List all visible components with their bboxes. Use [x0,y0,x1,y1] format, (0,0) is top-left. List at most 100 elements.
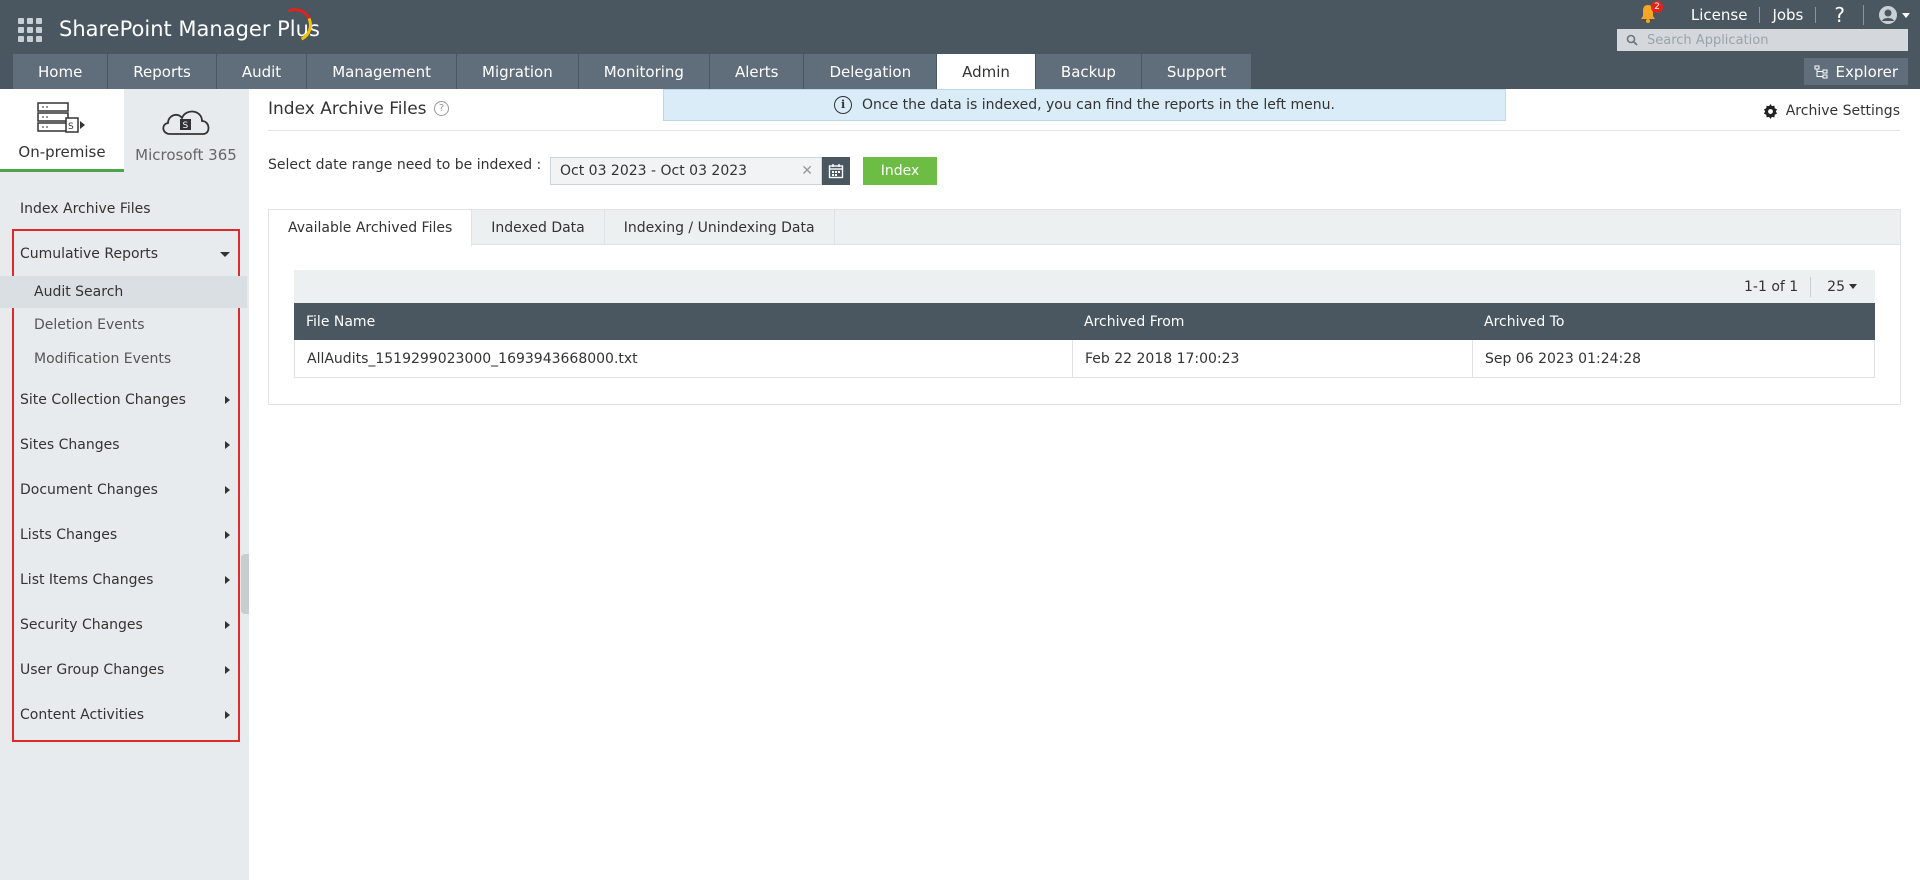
menu-label: Site Collection Changes [20,392,186,408]
menu-label: Lists Changes [20,527,118,543]
page-title: Index Archive Files [268,99,427,119]
index-button[interactable]: Index [863,157,937,185]
help-circle-icon[interactable]: ? [434,101,449,116]
tab-backup[interactable]: Backup [1035,54,1142,89]
chevron-right-icon [225,621,230,629]
explorer-label: Explorer [1835,62,1898,81]
chevron-down-icon [1902,12,1910,18]
sidebar-item-index-archive-files[interactable]: Index Archive Files [20,201,151,217]
menu-label: User Group Changes [20,662,165,678]
pagination-bar: 1-1 of 1 25 [294,270,1875,303]
tab-available-archived-files[interactable]: Available Archived Files [269,210,473,246]
chevron-right-icon [225,441,230,449]
sidebar-item-site-collection-changes[interactable]: Site Collection Changes [20,390,230,410]
cell-archived-from: Feb 22 2018 17:00:23 [1085,350,1240,367]
menu-label: Sites Changes [20,437,120,453]
tab-delegation[interactable]: Delegation [804,54,938,89]
menu-label: Content Activities [20,707,144,723]
date-range-field[interactable]: Oct 03 2023 - Oct 03 2023 ✕ [550,157,822,185]
menu-label: Document Changes [20,482,158,498]
explorer-button[interactable]: Explorer [1803,58,1908,85]
chevron-right-icon [225,576,230,584]
tab-home[interactable]: Home [13,54,109,89]
search-application [1617,29,1908,51]
help-icon[interactable]: ? [1816,5,1864,25]
sidebar: S On-premise S Microsoft 365 Index Archi… [0,89,249,880]
sidebar-item-deletion-events[interactable]: Deletion Events [0,309,247,341]
archive-settings-link[interactable]: Archive Settings [1763,103,1900,119]
license-link[interactable]: License [1679,7,1761,23]
archive-panel: Available Archived Files Indexed Data In… [268,209,1901,405]
column-header-archived-from[interactable]: Archived From [1084,303,1184,340]
sidebar-item-audit-search[interactable]: Audit Search [0,276,247,308]
chevron-down-icon [220,251,230,257]
clear-icon[interactable]: ✕ [801,163,813,179]
sidebar-item-document-changes[interactable]: Document Changes [20,480,230,500]
page-size-select[interactable]: 25 [1811,279,1875,295]
calendar-icon [828,164,844,179]
tab-reports[interactable]: Reports [108,54,217,89]
calendar-button[interactable] [822,157,850,185]
cloud-sharepoint-icon: S [162,110,210,135]
server-icon: S [37,102,85,133]
svg-text:S: S [68,122,74,132]
sidebar-item-list-items-changes[interactable]: List Items Changes [20,570,230,590]
mode-switch: S On-premise S Microsoft 365 [0,89,249,172]
user-avatar-icon [1879,6,1897,24]
app-header: SharePoint Manager Plus 2 License Jobs ?… [0,0,1920,89]
top-links: 2 License Jobs ? [1639,1,1920,28]
sidebar-item-user-group-changes[interactable]: User Group Changes [20,660,230,680]
tab-monitoring[interactable]: Monitoring [578,54,710,89]
tab-management[interactable]: Management [307,54,457,89]
column-divider [1072,340,1073,377]
search-icon [1617,29,1647,51]
date-range-label: Select date range need to be indexed : [268,157,542,173]
menu-label: List Items Changes [20,572,154,588]
sidebar-item-sites-changes[interactable]: Sites Changes [20,435,230,455]
chevron-right-icon [225,486,230,494]
column-header-archived-to[interactable]: Archived To [1484,303,1564,340]
notification-bell-icon[interactable]: 2 [1639,1,1663,26]
tab-indexing-unindexing-data[interactable]: Indexing / Unindexing Data [605,210,835,245]
tab-audit[interactable]: Audit [216,54,308,89]
info-banner-text: Once the data is indexed, you can find t… [862,97,1335,113]
menu-label: Security Changes [20,617,143,633]
explorer-tree-icon [1814,65,1828,78]
tab-migration[interactable]: Migration [457,54,579,89]
svg-text:S: S [183,121,189,131]
chevron-right-icon [225,531,230,539]
archive-tabs: Available Archived Files Indexed Data In… [269,210,1900,246]
app-launcher-icon[interactable] [18,18,42,42]
column-header-file-name[interactable]: File Name [306,303,375,340]
page-size-value: 25 [1827,278,1845,295]
info-icon: i [834,96,853,114]
chevron-right-icon [225,666,230,674]
tab-admin[interactable]: Admin [937,54,1036,89]
jobs-link[interactable]: Jobs [1760,7,1817,23]
mode-microsoft-365[interactable]: S Microsoft 365 [124,89,248,172]
archive-settings-label: Archive Settings [1785,103,1900,119]
header-divider [268,130,1900,131]
user-menu[interactable] [1864,5,1920,25]
notification-count-badge: 2 [1651,1,1663,13]
chevron-right-icon [225,396,230,404]
chevron-right-icon [225,711,230,719]
column-divider [1472,340,1473,377]
tab-indexed-data[interactable]: Indexed Data [472,210,605,245]
sidebar-item-lists-changes[interactable]: Lists Changes [20,525,230,545]
tab-support[interactable]: Support [1141,54,1253,89]
sidebar-collapse-handle[interactable] [241,554,249,614]
mode-microsoft-365-label: Microsoft 365 [135,146,237,164]
sidebar-item-security-changes[interactable]: Security Changes [20,615,230,635]
sidebar-item-cumulative-reports[interactable]: Cumulative Reports [20,244,230,264]
table-row[interactable]: AllAudits_1519299023000_1693943668000.tx… [294,340,1875,378]
cell-archived-to: Sep 06 2023 01:24:28 [1485,350,1642,367]
main-nav: Home Reports Audit Management Migration … [13,54,1253,89]
mode-on-premise[interactable]: S On-premise [0,89,124,172]
sidebar-item-content-activities[interactable]: Content Activities [20,705,230,725]
tab-alerts[interactable]: Alerts [709,54,805,89]
cell-file-name: AllAudits_1519299023000_1693943668000.tx… [307,350,638,367]
chevron-down-icon [1849,284,1857,289]
search-input[interactable] [1647,32,1897,48]
sidebar-item-modification-events[interactable]: Modification Events [0,343,247,375]
